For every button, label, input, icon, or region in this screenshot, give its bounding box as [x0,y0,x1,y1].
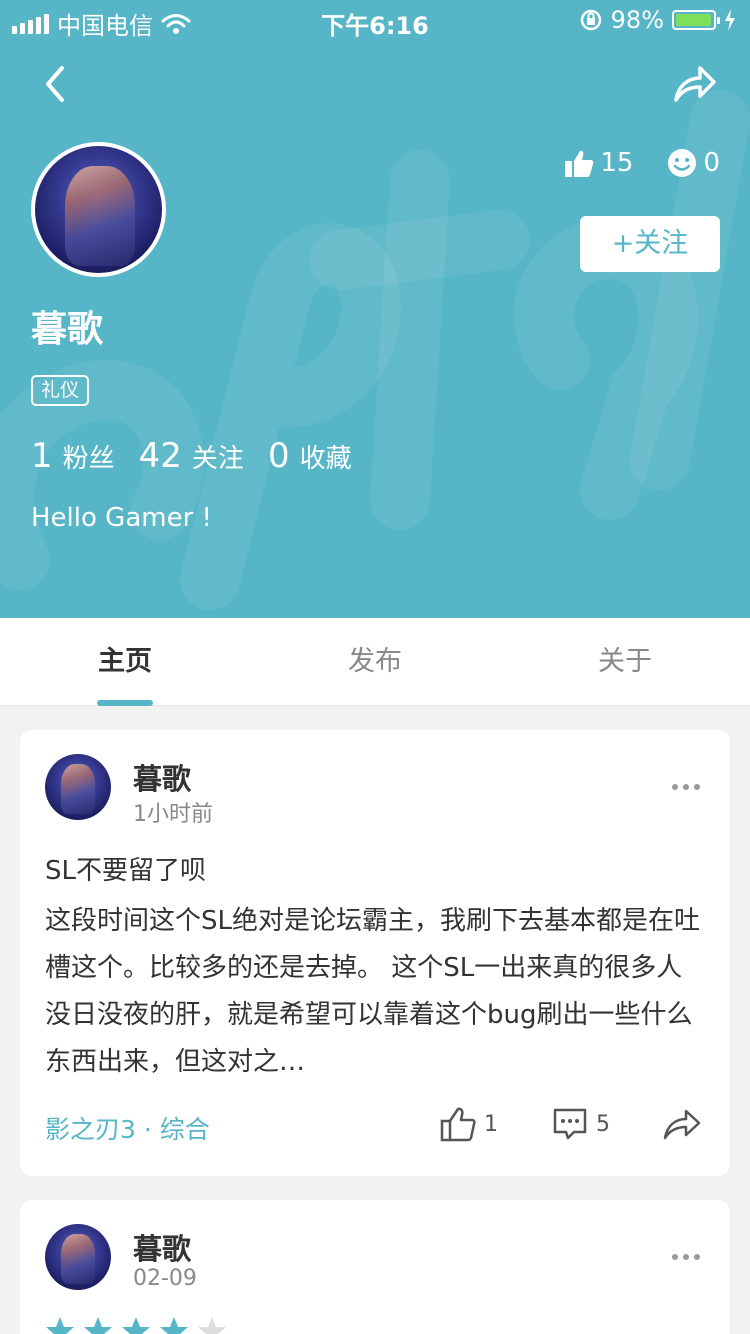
tab-about[interactable]: 关于 [500,618,750,706]
rating-stars [45,1316,227,1334]
stat-following[interactable]: 42 关注 [139,436,244,476]
profile-tabs: 主页 发布 关于 [0,618,750,706]
tab-indicator [97,700,153,706]
star-icon [122,1317,150,1334]
profile-counts: 15 0 [564,148,720,178]
tab-home[interactable]: 主页 [0,618,250,706]
thumbs-up-icon [565,150,594,177]
smiles-count: 0 [667,148,720,178]
battery-percent: 98% [610,6,664,34]
profile-name: 暮歌 [31,309,104,350]
post-like-count: 1 [484,1111,498,1137]
post-time: 02-09 [133,1266,197,1291]
smile-icon [668,149,697,177]
follow-button[interactable]: +关注 [580,216,720,272]
post-time: 1小时前 [133,802,213,827]
post-comment-count: 5 [596,1111,610,1137]
post-body: 这段时间这个SL绝对是论坛霸主，我刷下去基本都是在吐槽这个。比较多的还是去掉。 … [45,906,700,1077]
post-share-button[interactable] [662,1106,702,1142]
more-icon[interactable] [672,1254,700,1260]
battery-level [676,14,712,26]
avatar[interactable] [45,754,111,820]
lock-rotation-icon [580,9,601,31]
post-like-button[interactable]: 1 [440,1106,498,1142]
status-bar: 中国电信 下午6:16 98% [0,0,750,40]
stat-fans[interactable]: 1 粉丝 [31,436,115,476]
star-icon [84,1317,112,1334]
post-card[interactable]: 暮歌 1小时前 SL不要留了呗 这段时间这个SL绝对是论坛霸主，我刷下去基本都是… [20,730,730,1176]
post-author: 暮歌 [133,762,192,796]
more-icon[interactable] [672,784,700,790]
profile-stats: 1 粉丝 42 关注 0 收藏 [31,436,376,476]
share-button[interactable] [670,62,718,106]
charging-icon [725,9,735,31]
stat-favorites[interactable]: 0 收藏 [268,436,352,476]
post-forum-link[interactable]: 影之刃3 · 综合 [45,1110,210,1146]
share-icon [663,1109,701,1140]
profile-header: 中国电信 下午6:16 98% 15 0 +关注 暮歌 礼仪 1 粉丝 42 关… [0,0,750,618]
profile-avatar[interactable] [31,142,166,277]
likes-count: 15 [564,148,633,178]
post-comment-button[interactable]: 5 [552,1106,610,1142]
comment-icon [553,1108,587,1140]
profile-bio: Hello Gamer ! [31,503,212,533]
post-title: SL不要留了呗 [45,856,206,886]
star-icon [160,1317,188,1334]
star-icon [46,1317,74,1334]
post-author: 暮歌 [133,1232,192,1266]
tab-posts[interactable]: 发布 [250,618,500,706]
avatar[interactable] [45,1224,111,1290]
star-icon [198,1317,226,1334]
user-tag: 礼仪 [31,375,90,406]
thumbs-up-icon [440,1107,476,1142]
post-card[interactable]: 暮歌 02-09 [20,1200,730,1334]
battery-icon [672,10,720,30]
back-button[interactable] [36,62,76,106]
